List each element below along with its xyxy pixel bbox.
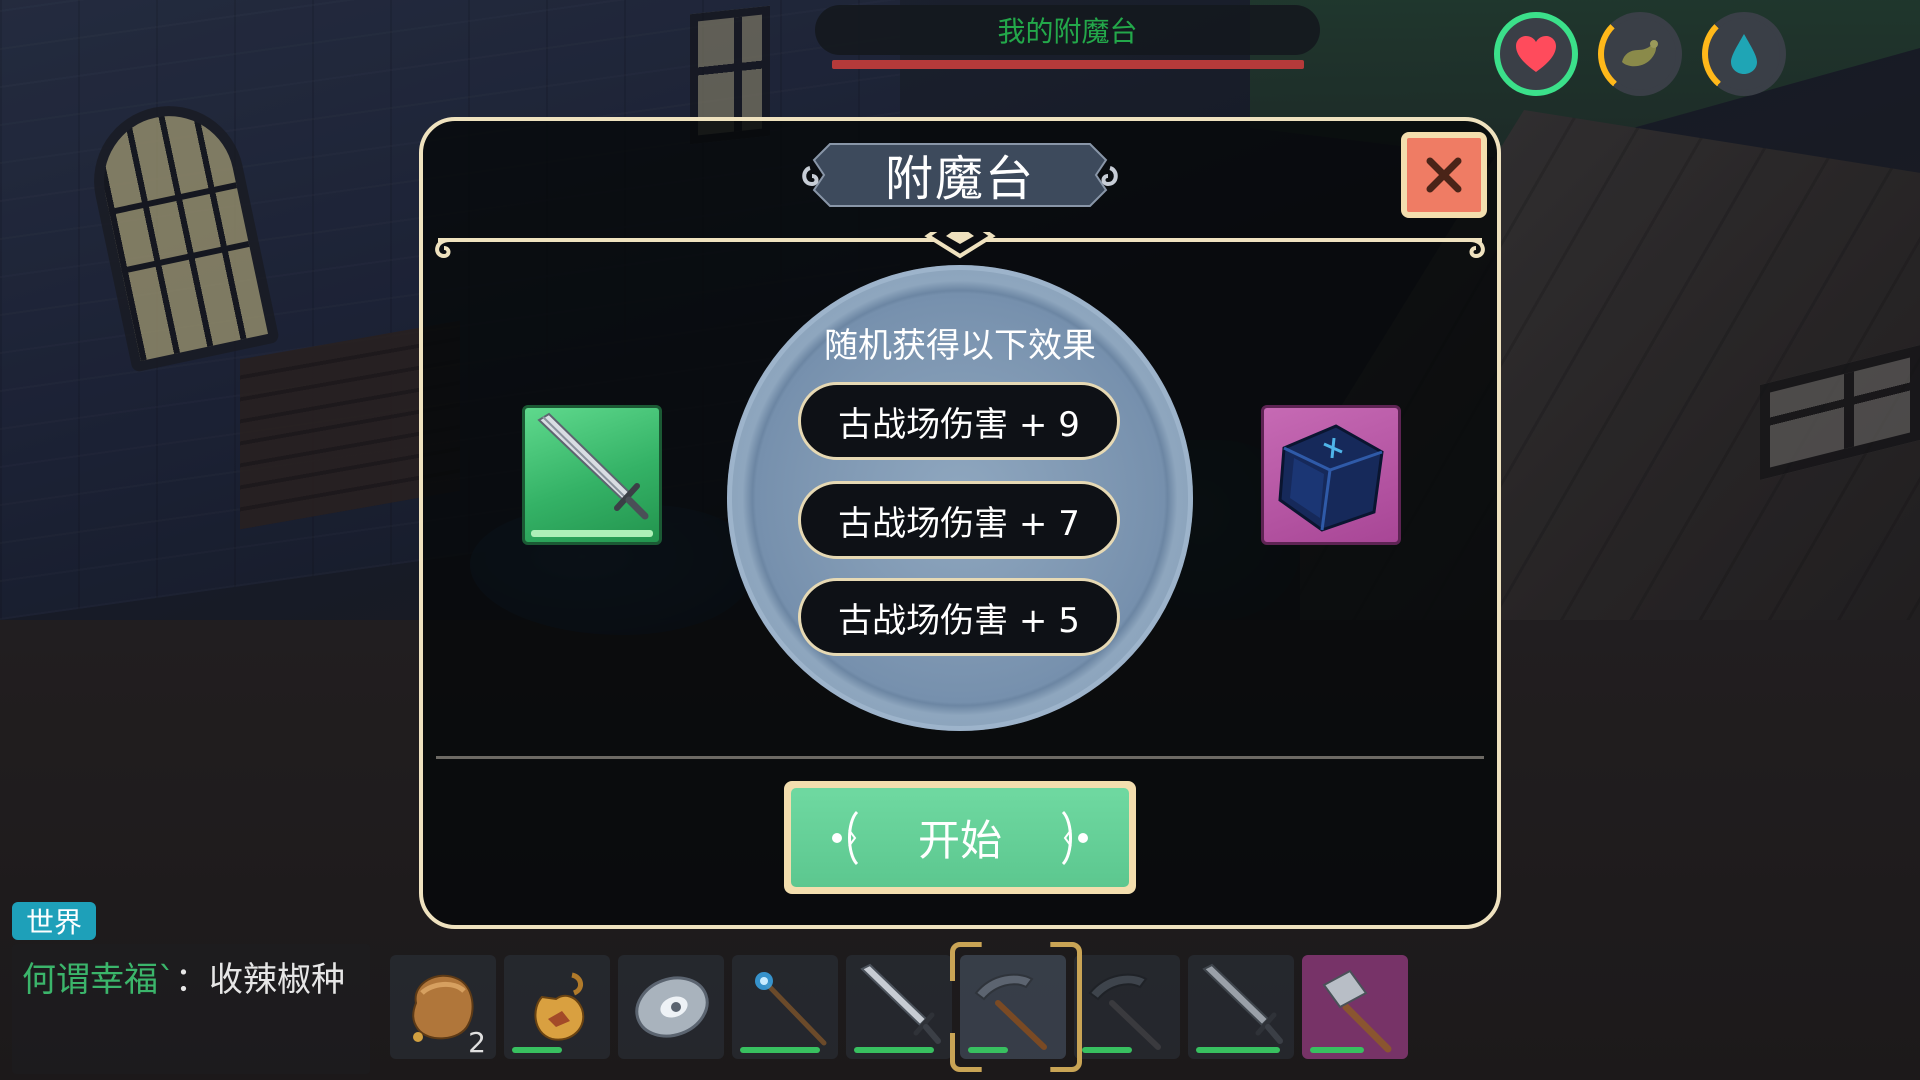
start-button-face: 开始	[791, 788, 1129, 887]
durability-bar	[1082, 1047, 1132, 1053]
hotbar-selection-frame	[950, 942, 1082, 1072]
target-name: 我的附魔台	[997, 15, 1138, 48]
target-health-bar	[832, 60, 1304, 69]
weapon-slot[interactable]	[522, 405, 662, 545]
water-drop-icon	[1731, 34, 1757, 74]
hotbar-slot-4[interactable]	[732, 955, 838, 1059]
durability-bar	[512, 1047, 562, 1053]
sword-icon	[860, 963, 941, 1044]
water-indicator	[1702, 12, 1786, 96]
durability-bar	[1196, 1047, 1280, 1053]
target-name-bar: 我的附魔台	[815, 5, 1320, 55]
start-enchant-button[interactable]: 开始	[784, 781, 1136, 894]
durability-bar	[1310, 1047, 1364, 1053]
effect-option: 古战场伤害 + 9	[798, 382, 1120, 460]
stone-disc-icon	[635, 976, 709, 1038]
durability-bar	[854, 1047, 934, 1053]
material-slot[interactable]	[1261, 405, 1401, 545]
hotbar-slot-2[interactable]	[504, 955, 610, 1059]
hammer-icon	[1322, 969, 1392, 1053]
chat-channel-tab[interactable]: 世界	[12, 902, 96, 940]
hunger-indicator	[1598, 12, 1682, 96]
effect-option: 古战场伤害 + 7	[798, 481, 1120, 559]
chat-text: 收辣椒种	[209, 960, 345, 1000]
chat-separator: ：	[175, 960, 209, 1000]
weapon-durability-bar	[531, 530, 653, 537]
sword-icon	[1202, 963, 1283, 1044]
close-button[interactable]	[1401, 132, 1487, 218]
sword-icon	[537, 412, 649, 520]
health-indicator	[1494, 12, 1578, 96]
chat-sender: 何谓幸福`	[22, 960, 175, 1000]
button-deco-left	[832, 810, 859, 866]
chat-message: 何谓幸福`：收辣椒种	[22, 952, 345, 1001]
button-deco-right	[1061, 810, 1088, 866]
effect-option: 古战场伤害 + 5	[798, 578, 1120, 656]
heart-icon	[1516, 36, 1556, 72]
hotbar-slot-8[interactable]	[1188, 955, 1294, 1059]
title-ornament	[435, 232, 1485, 259]
item-count: 2	[468, 1026, 486, 1059]
hotbar-slot-9[interactable]	[1302, 955, 1408, 1059]
hotbar-slot-5[interactable]	[846, 955, 952, 1059]
effects-heading: 随机获得以下效果	[824, 326, 1096, 366]
food-icon	[1622, 40, 1658, 67]
hotbar-slot-7[interactable]	[1074, 955, 1180, 1059]
enchant-cube-icon	[1278, 424, 1384, 532]
panel-title: 附魔台	[884, 151, 1035, 207]
hotbar-slot-3[interactable]	[618, 955, 724, 1059]
water-flask-icon	[534, 972, 585, 1041]
close-icon	[1426, 157, 1462, 193]
panel-divider	[436, 756, 1484, 759]
hotbar-slot-1[interactable]: 2	[390, 955, 496, 1059]
durability-bar	[740, 1047, 820, 1053]
magic-staff-icon	[755, 972, 827, 1046]
pickaxe-icon	[1088, 973, 1161, 1050]
start-button-label: 开始	[917, 816, 1002, 865]
